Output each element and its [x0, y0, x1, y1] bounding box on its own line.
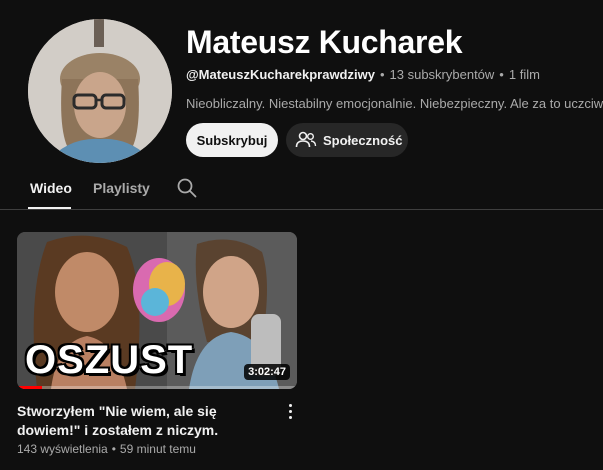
subscribe-label: Subskrybuj	[196, 132, 268, 148]
watch-progress-fill	[17, 386, 43, 389]
tabs-divider	[0, 209, 603, 210]
channel-description[interactable]: Nieobliczalny. Niestabilny emocjonalnie.…	[186, 96, 603, 111]
community-label: Społeczność	[323, 132, 403, 148]
tab-video[interactable]: Wideo	[30, 180, 72, 196]
thumbnail-text: OSZUST	[25, 338, 194, 382]
video-thumbnail[interactable]: OSZUST 3:02:47	[17, 232, 297, 389]
upload-time: 59 minut temu	[119, 442, 196, 456]
video-title[interactable]: Stworzyłem "Nie wiem, ale się dowiem!" i…	[17, 402, 267, 440]
separator-dot: •	[111, 442, 116, 456]
video-meta: 143 wyświetlenia • 59 minut temu	[17, 442, 196, 456]
channel-name: Mateusz Kucharek	[186, 24, 463, 60]
video-duration: 3:02:47	[244, 364, 290, 380]
subscribe-button[interactable]: Subskrybuj	[186, 123, 278, 157]
channel-avatar[interactable]	[28, 19, 172, 163]
community-button[interactable]: Społeczność	[286, 123, 408, 157]
video-count: 1 film	[508, 67, 540, 82]
people-icon	[295, 131, 317, 148]
channel-tabs: Wideo Playlisty	[0, 170, 603, 210]
more-vertical-icon[interactable]	[284, 402, 296, 422]
separator-dot: •	[499, 67, 504, 82]
avatar-image	[28, 19, 172, 163]
separator-dot: •	[379, 67, 385, 82]
channel-handle: @MateuszKucharekprawdziwy	[186, 67, 375, 82]
watch-progress-bar	[17, 386, 297, 389]
view-count: 143 wyświetlenia	[17, 442, 108, 456]
subscriber-count: 13 subskrybentów	[389, 67, 495, 82]
search-icon[interactable]	[176, 177, 198, 199]
channel-meta: @MateuszKucharekprawdziwy • 13 subskrybent…	[186, 67, 540, 82]
tab-playlists[interactable]: Playlisty	[93, 180, 150, 196]
